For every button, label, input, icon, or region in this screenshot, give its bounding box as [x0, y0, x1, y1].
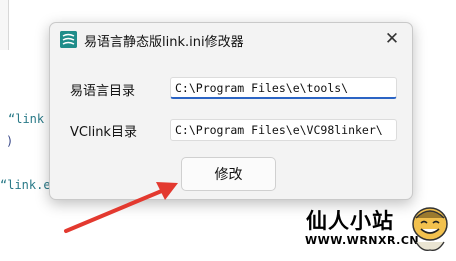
watermark-title: 仙人小站: [306, 209, 394, 233]
smiley-mascot-icon: [412, 207, 448, 251]
watermark-url: WWW.WRNXR.CN: [305, 234, 420, 247]
